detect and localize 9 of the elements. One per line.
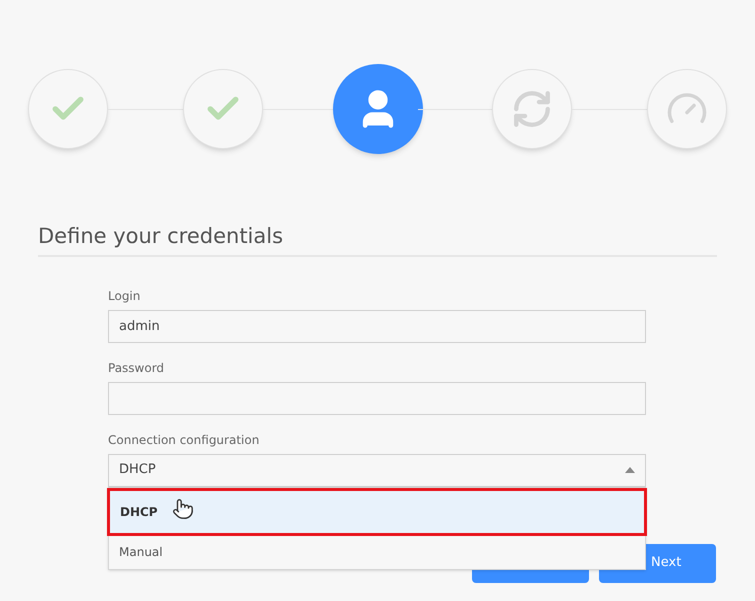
page-heading: Define your credentials [38, 223, 284, 250]
hand-cursor-icon [172, 498, 194, 520]
field-label: Password [108, 360, 166, 376]
input-field[interactable] [108, 382, 646, 414]
input-field[interactable]: admin [108, 310, 646, 342]
select-field[interactable]: DHCP [108, 454, 646, 486]
field-label: Login [108, 288, 142, 304]
dropdown-option[interactable]: DHCP [107, 488, 647, 536]
field-label: Connection configuration [108, 432, 260, 448]
